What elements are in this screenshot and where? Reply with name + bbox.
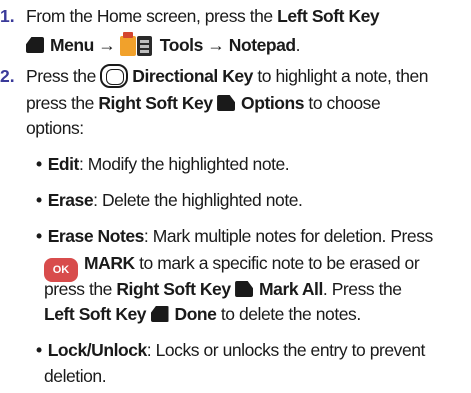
- right-soft-key-icon: [235, 281, 254, 297]
- bullet-erase-notes-line-1: • Erase Notes: Mark multiple notes for de…: [36, 224, 433, 248]
- edit-label: Edit: [47, 154, 80, 174]
- step-2-text: Press the: [26, 66, 101, 86]
- step-1-line-2: Menu → Tools → Notepad.: [26, 32, 301, 58]
- right-soft-key-label: Right Soft Key: [116, 279, 231, 299]
- left-soft-key-label: Left Soft Key: [44, 304, 147, 324]
- left-soft-key-icon: [26, 37, 44, 53]
- erase-notes-text: . Press the: [322, 279, 402, 299]
- step-2-text: to choose: [304, 93, 381, 113]
- menu-label: Menu: [50, 35, 94, 55]
- left-soft-key-icon: [150, 306, 169, 322]
- done-label: Done: [174, 304, 217, 324]
- step-2-line-3: options:: [26, 118, 84, 138]
- mark-label: MARK: [84, 253, 135, 273]
- step-2-line-1: Press the Directional Key to highlight a…: [26, 64, 429, 88]
- options-label: Options: [241, 93, 305, 113]
- arrow: →: [202, 35, 229, 55]
- bullet-lock-line-1: • Lock/Unlock: Locks or unlocks the entry…: [36, 338, 425, 362]
- bullet-erase-notes-line-4: Left Soft Key Done to delete the notes.: [44, 302, 361, 326]
- bullet-dot: •: [36, 154, 42, 174]
- directional-key-icon: [100, 64, 129, 88]
- step-1-text: From the Home screen, press the: [26, 6, 278, 26]
- step-1-line-1: From the Home screen, press the Left Sof…: [26, 4, 380, 28]
- tools-icon: [119, 32, 154, 58]
- erase-label: Erase: [47, 190, 94, 210]
- directional-key-label: Directional Key: [132, 66, 253, 86]
- lock-unlock-label: Lock/Unlock: [47, 340, 148, 360]
- right-soft-key-label: Right Soft Key: [98, 93, 213, 113]
- bullet-dot: •: [36, 190, 42, 210]
- bullet-edit: • Edit: Modify the highlighted note.: [36, 152, 290, 176]
- bullet-dot: •: [36, 340, 42, 360]
- lock-text: : Locks or unlocks the entry to prevent: [146, 340, 426, 360]
- left-soft-key-label: Left Soft Key: [277, 6, 380, 26]
- step-1-number: 1.: [0, 6, 15, 26]
- step-2-text: to highlight a note, then: [252, 66, 429, 86]
- bullet-lock-line-2: deletion.: [44, 366, 107, 386]
- notepad-label: Notepad: [228, 35, 296, 55]
- step-2-text: press the: [26, 93, 99, 113]
- mark-all-label: Mark All: [259, 279, 323, 299]
- bullet-erase-notes-line-3: press the Right Soft Key Mark All. Press…: [44, 277, 402, 301]
- step-2-line-2: press the Right Soft Key Options to choo…: [26, 91, 381, 115]
- bullet-dot: •: [36, 226, 42, 246]
- erase-notes-text: : Mark multiple notes for deletion. Pres…: [143, 226, 433, 246]
- erase-text: : Delete the highlighted note.: [93, 190, 303, 210]
- bullet-erase: • Erase: Delete the highlighted note.: [36, 188, 303, 212]
- step-2-number: 2.: [0, 66, 15, 86]
- period: .: [295, 35, 301, 55]
- tools-label: Tools: [159, 35, 204, 55]
- erase-notes-text: to mark a specific note to be erased or: [134, 253, 420, 273]
- erase-notes-text: press the: [44, 279, 117, 299]
- arrow: →: [93, 35, 120, 55]
- erase-notes-text: to delete the notes.: [216, 304, 361, 324]
- right-soft-key-icon: [217, 95, 236, 111]
- notepad-instructions: 1. From the Home screen, press the Left …: [0, 0, 471, 393]
- edit-text: : Modify the highlighted note.: [78, 154, 290, 174]
- erase-notes-label: Erase Notes: [47, 226, 145, 246]
